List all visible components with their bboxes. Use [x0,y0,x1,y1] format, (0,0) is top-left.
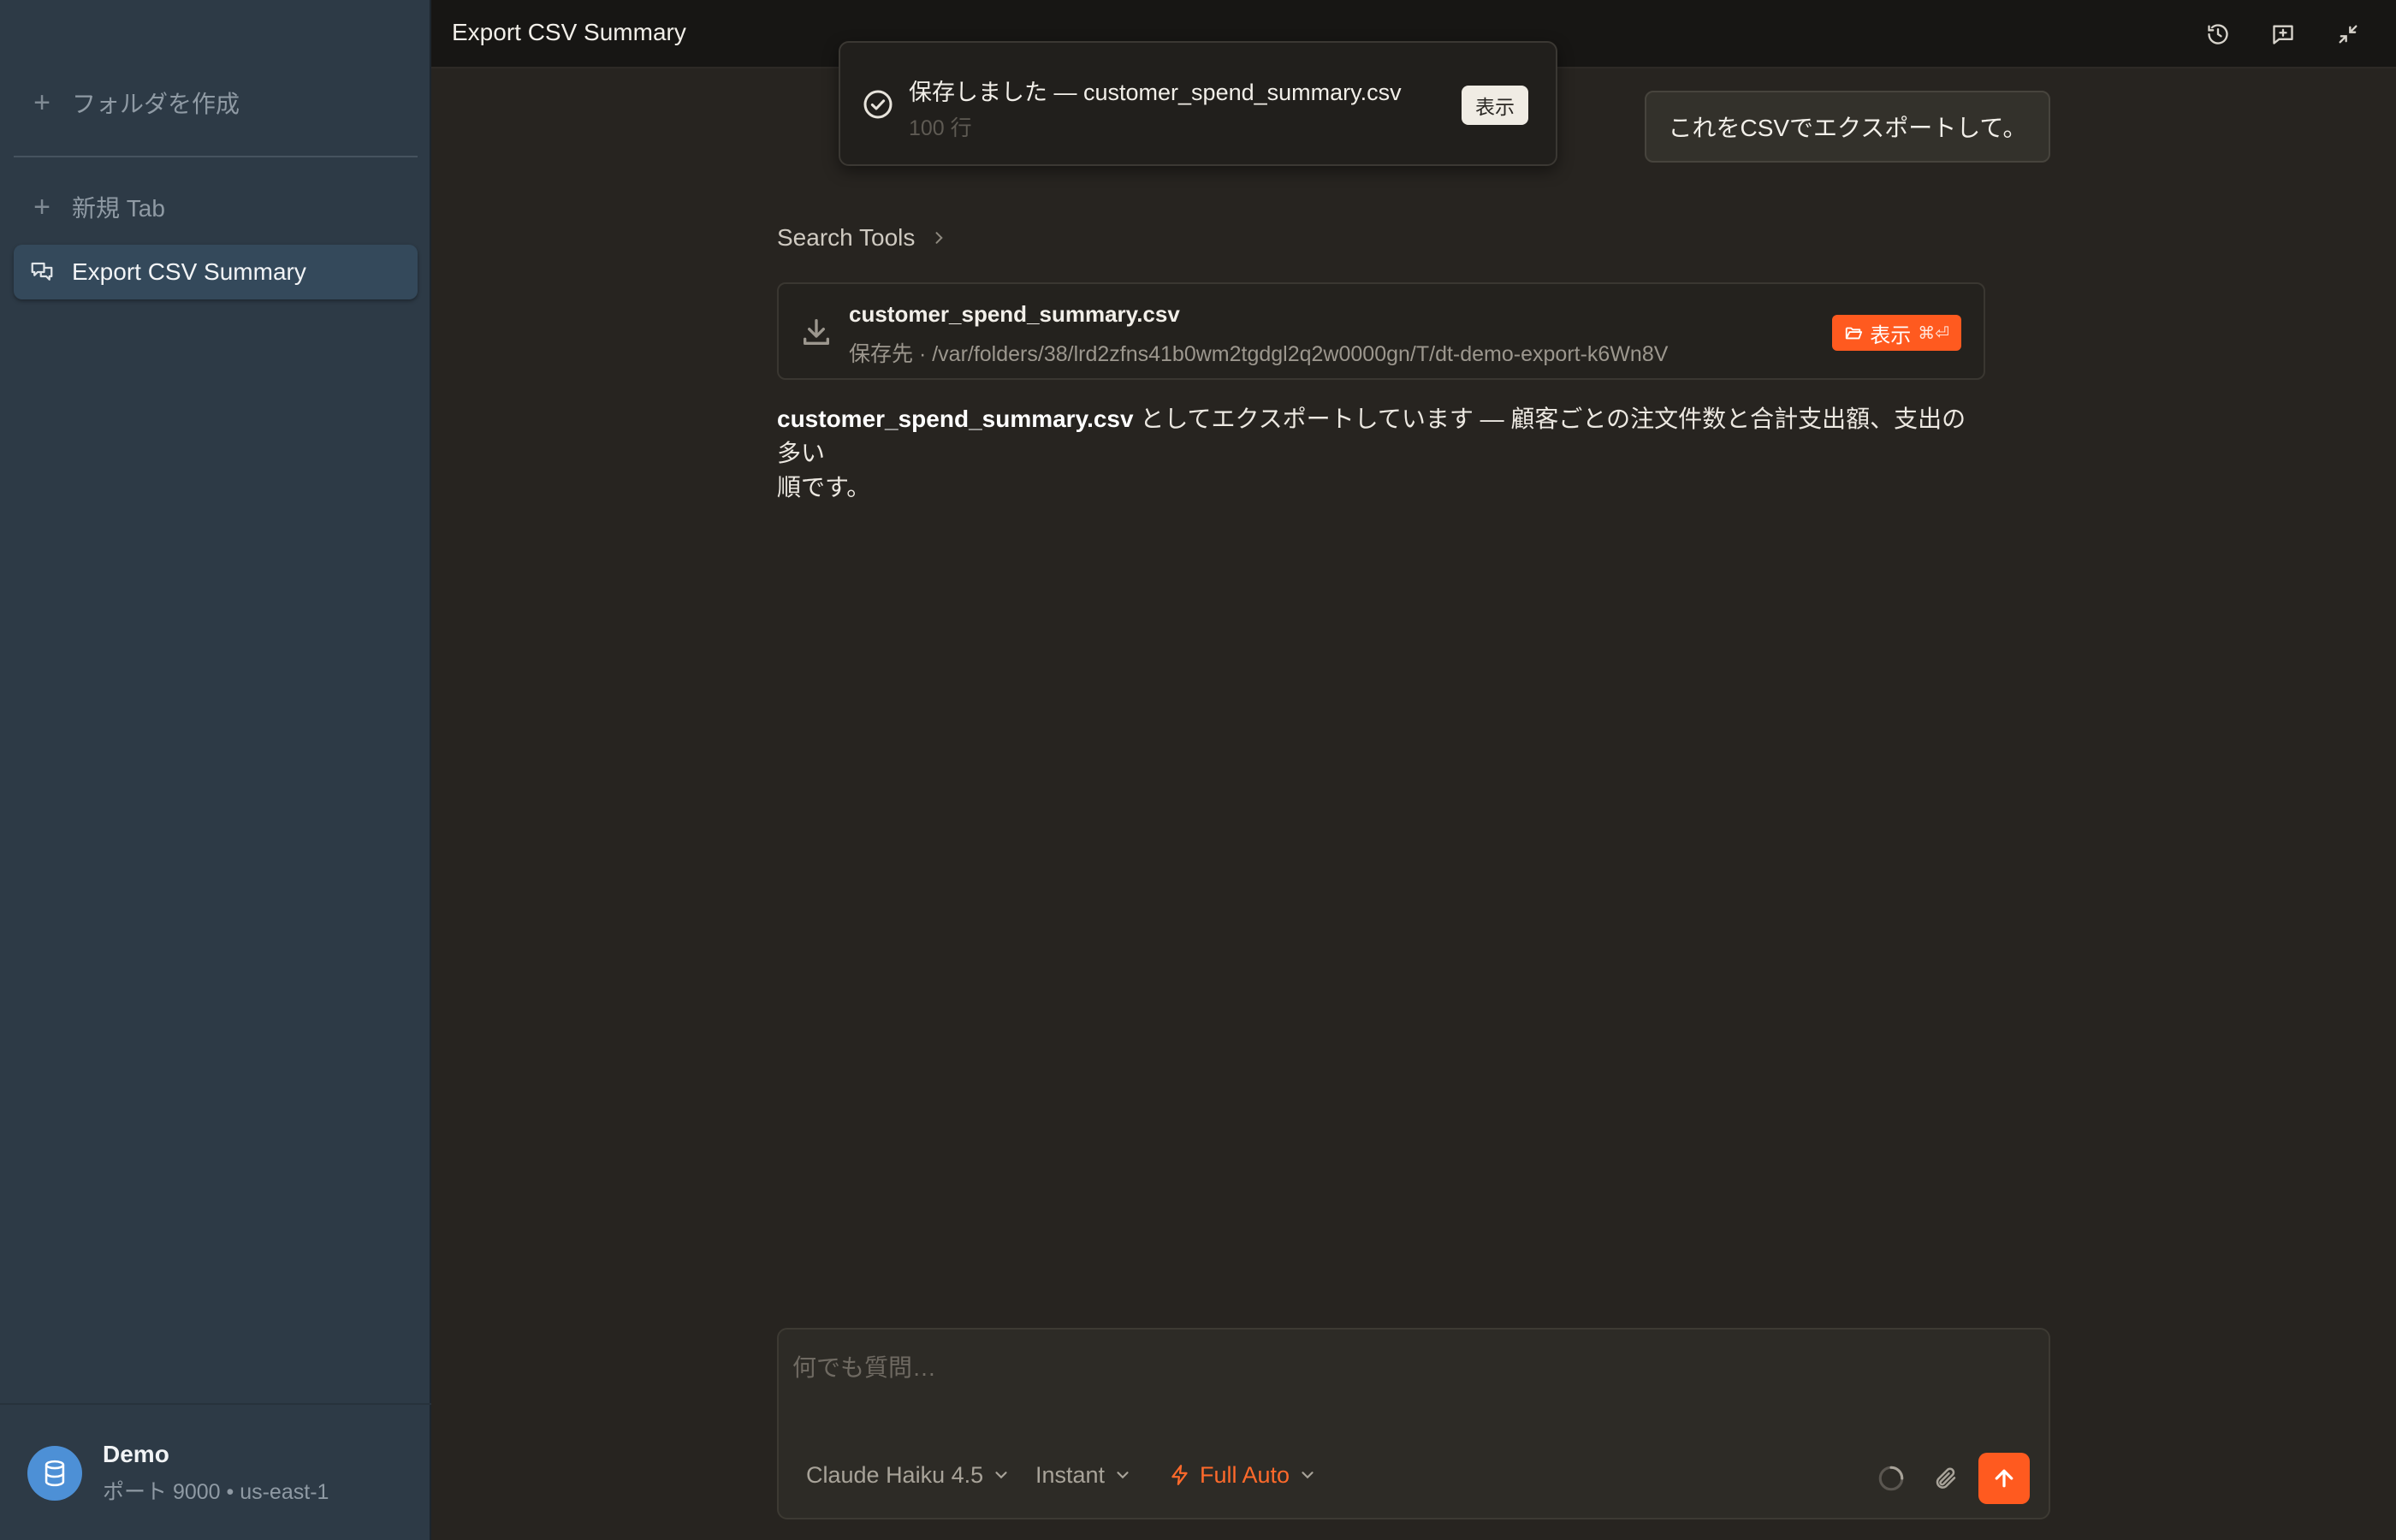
chat-bubbles-icon [31,262,53,281]
show-file-label: 表示 [1870,323,1912,347]
arrow-up-icon [1995,1469,2013,1488]
answer-text-line2: 順です。 [777,474,871,500]
send-button[interactable] [1978,1453,2030,1504]
chevron-down-icon [1117,1472,1129,1479]
new-tab-label: 新規 Tab [72,195,165,222]
connection-name: Demo [103,1441,169,1467]
show-file-button[interactable]: 表示 ⌘⏎ [1832,315,1961,351]
model-selector[interactable]: Claude Haiku 4.5 [806,1454,1011,1496]
file-name: customer_spend_summary.csv [849,301,1180,327]
toast-show-button[interactable]: 表示 [1462,86,1528,125]
check-circle-icon [863,90,893,119]
page-title: Export CSV Summary [452,19,686,45]
chevron-right-icon [935,232,944,244]
database-icon [44,1460,65,1487]
message-composer: Claude Haiku 4.5 Instant Full Auto [777,1328,2050,1519]
search-tools-label: Search Tools [777,224,916,251]
create-folder-button[interactable]: + フォルダを作成 [14,75,418,130]
toast-title: 保存しました — customer_spend_summary.csv [909,80,1402,105]
speed-label: Instant [1035,1461,1106,1488]
search-tools-toggle[interactable]: Search Tools [777,221,947,255]
plus-icon: + [33,191,50,223]
keyboard-shortcut: ⌘⏎ [1918,323,1949,343]
mode-label: Full Auto [1200,1461,1290,1488]
saved-toast: 保存しました — customer_spend_summary.csv 100 … [839,41,1557,166]
model-label: Claude Haiku 4.5 [806,1461,984,1488]
connection-details: ポート 9000 • us-east-1 [103,1480,329,1504]
new-chat-icon[interactable] [2266,17,2300,51]
folder-open-icon [1846,327,1863,340]
spinner-icon [1874,1461,1908,1496]
message-input[interactable] [792,1347,2025,1389]
file-path: 保存先 · /var/folders/38/lrd2zfns41b0wm2tgd… [849,342,1669,366]
sidebar-item-export-csv-summary[interactable]: Export CSV Summary [14,245,418,299]
new-tab-button[interactable]: + 新規 Tab [14,180,418,234]
plus-icon: + [33,86,50,119]
sidebar-item-label: Export CSV Summary [72,258,306,285]
app-window: + フォルダを作成 + 新規 Tab Export CSV Summary De… [0,0,2396,1540]
lightning-icon [1171,1465,1188,1485]
user-message: これをCSVでエクスポートして。 [1645,91,2050,163]
chevron-down-icon [1302,1472,1314,1479]
avatar [27,1446,82,1501]
download-icon [804,319,829,345]
collapse-icon[interactable] [2331,17,2365,51]
paperclip-icon[interactable] [1929,1461,1963,1496]
mode-selector[interactable]: Full Auto [1169,1454,1317,1496]
connection-footer[interactable]: Demo ポート 9000 • us-east-1 [0,1403,431,1540]
toast-row-count: 100 行 [909,116,972,140]
chevron-down-icon [995,1472,1007,1479]
export-file-card: customer_spend_summary.csv 保存先 · /var/fo… [777,282,1985,380]
assistant-message: customer_spend_summary.csv としてエクスポートしていま… [777,402,1985,505]
answer-filename: customer_spend_summary.csv [777,406,1134,432]
sidebar: + フォルダを作成 + 新規 Tab Export CSV Summary De… [0,0,431,1540]
speed-selector[interactable]: Instant [1035,1454,1132,1496]
history-icon[interactable] [2201,17,2235,51]
create-folder-label: フォルダを作成 [72,91,240,117]
sidebar-divider [14,156,418,157]
